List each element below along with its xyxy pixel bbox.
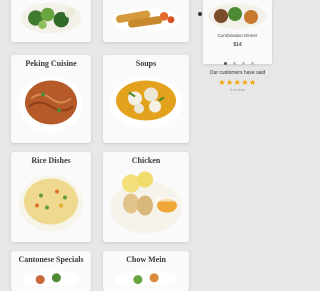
category-card-peking-cuisine[interactable]: Peking Cuisine (11, 55, 91, 143)
reviews-title: Our customers have said (209, 70, 266, 76)
carousel-dot[interactable] (251, 62, 254, 65)
carousel-prev-arrow-icon[interactable] (198, 12, 202, 16)
reviews-count[interactable]: 5 reviews (203, 88, 272, 92)
category-card-chicken[interactable]: Chicken (103, 152, 189, 242)
category-label: Chicken (131, 156, 161, 165)
category-card-cantonese-specials[interactable]: Cantonese Specials (11, 251, 91, 291)
category-label: Cantonese Specials (18, 255, 84, 264)
category-label: Chow Mein (126, 255, 166, 264)
menu-category-grid: Peking Cuisine Soups Rice Dishes Chicken… (0, 0, 196, 291)
spring-rolls-icon (109, 0, 183, 38)
category-card-greens[interactable] (11, 0, 91, 42)
featured-item-card[interactable]: Combination Dinner $14 (203, 0, 272, 64)
category-card-rice-dishes[interactable]: Rice Dishes (11, 152, 91, 242)
carousel-dot[interactable] (242, 62, 245, 65)
category-label: Rice Dishes (31, 156, 71, 165)
carousel-dot[interactable] (224, 62, 227, 65)
combination-dinner-icon (207, 2, 268, 30)
rating-stars: ★★★★★ (218, 78, 257, 87)
featured-item-title: Combination Dinner (217, 33, 258, 38)
cantonese-dish-icon (17, 267, 85, 285)
featured-item-price: $14 (233, 42, 242, 48)
chicken-dish-icon (109, 167, 183, 236)
carousel-dots (214, 62, 264, 65)
noodle-dish-icon (17, 70, 85, 137)
fried-rice-icon (17, 167, 85, 236)
carousel-dot[interactable] (233, 62, 236, 65)
category-label: Peking Cuisine (25, 59, 77, 68)
category-card-chow-mein[interactable]: Chow Mein (103, 251, 189, 291)
wonton-soup-icon (109, 70, 183, 137)
greens-dish-icon (17, 0, 85, 38)
category-card-spring-rolls[interactable] (103, 0, 189, 42)
chow-mein-icon (109, 267, 183, 285)
reviews-widget: Our customers have said ★★★★★ 5 reviews (203, 70, 272, 92)
category-card-soups[interactable]: Soups (103, 55, 189, 143)
category-label: Soups (135, 59, 157, 68)
